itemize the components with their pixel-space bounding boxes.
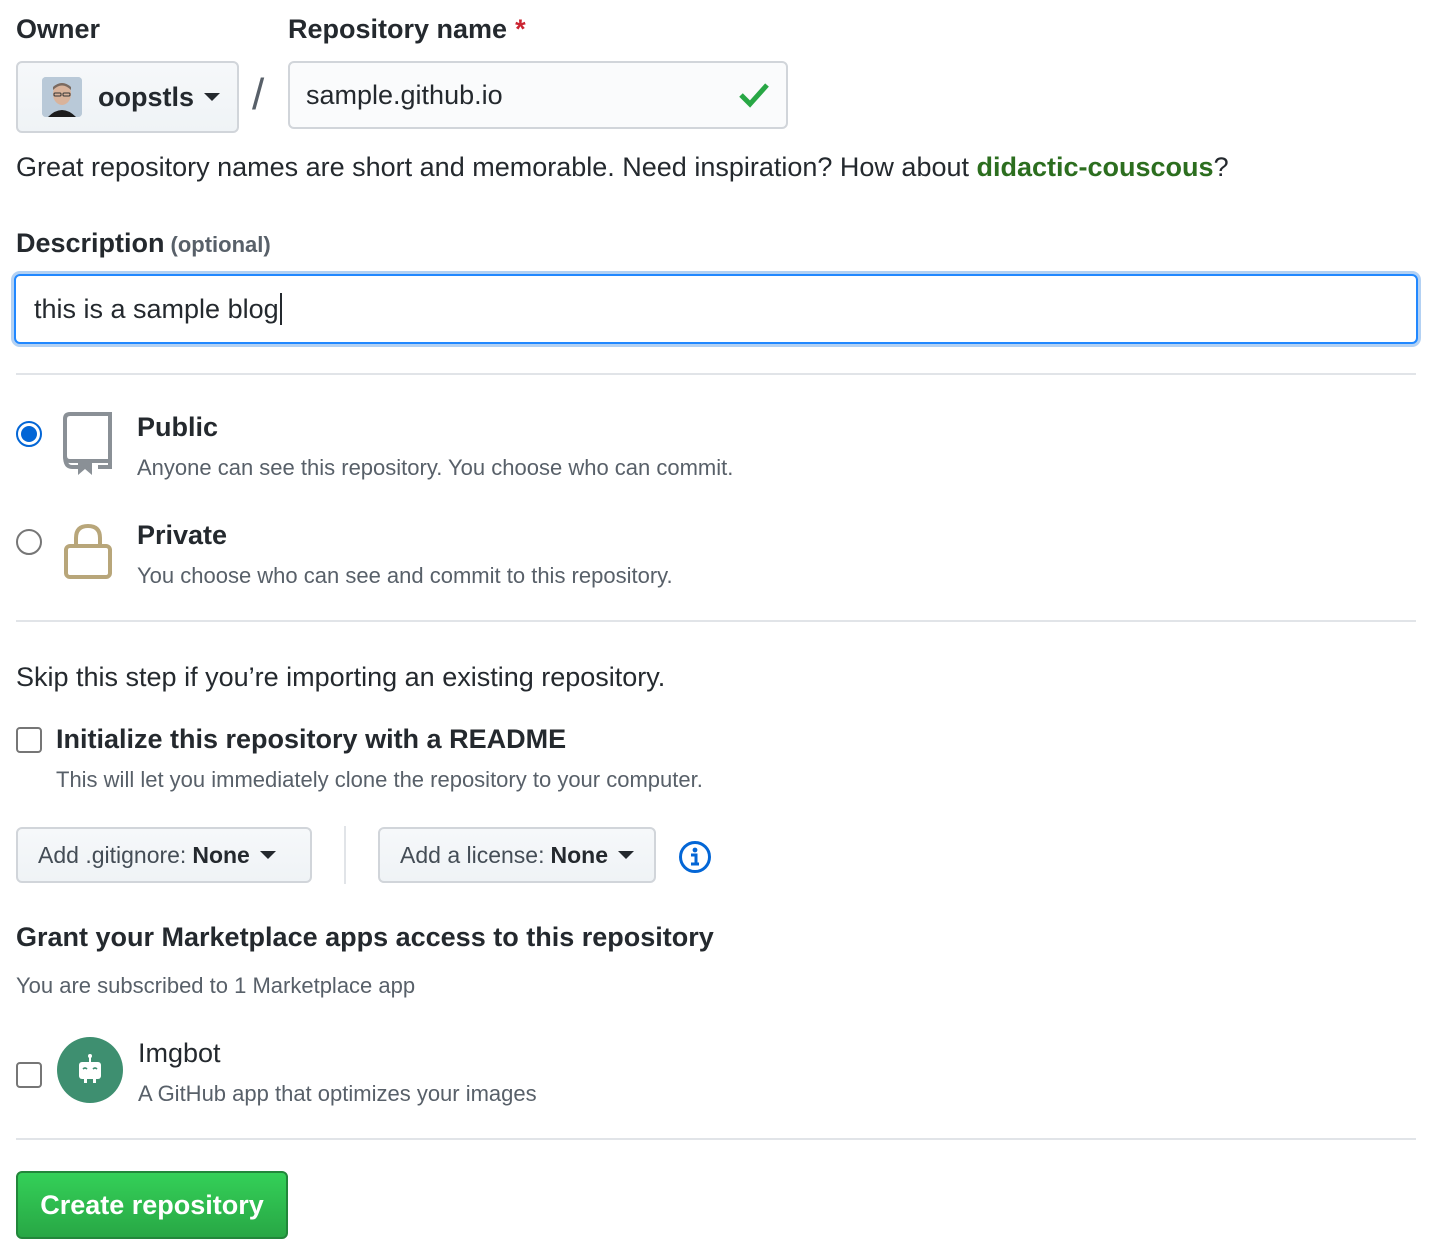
repo-name-value: sample.github.io	[306, 79, 503, 110]
public-radio[interactable]	[16, 421, 42, 447]
create-repository-button[interactable]: Create repository	[16, 1171, 288, 1239]
gitignore-prefix: Add .gitignore:	[38, 841, 187, 868]
optional-tag: (optional)	[170, 232, 271, 257]
required-mark: *	[515, 14, 526, 44]
imgbot-checkbox[interactable]	[16, 1062, 42, 1088]
marketplace-title: Grant your Marketplace apps access to th…	[16, 922, 714, 952]
readme-label[interactable]: Initialize this repository with a README	[56, 724, 566, 755]
divider	[16, 620, 1416, 622]
hint-end: ?	[1213, 152, 1229, 182]
check-icon	[739, 83, 769, 108]
skip-step-note: Skip this step if you’re importing an ex…	[16, 662, 666, 692]
gitignore-value: None	[192, 841, 250, 868]
repo-name-label: Repository name *	[288, 14, 526, 45]
license-prefix: Add a license:	[400, 841, 545, 868]
owner-username: oopstls	[98, 81, 195, 112]
repo-icon	[63, 412, 112, 475]
readme-checkbox[interactable]	[16, 727, 42, 753]
license-value: None	[550, 841, 608, 868]
caret-down-icon	[259, 851, 276, 859]
owner-repo-separator: /	[252, 70, 265, 119]
name-suggestion-link[interactable]: didactic-couscous	[977, 152, 1214, 182]
private-description: You choose who can see and commit to thi…	[137, 563, 673, 588]
avatar	[42, 77, 82, 117]
lock-icon	[64, 523, 112, 579]
info-icon[interactable]	[678, 840, 712, 874]
caret-down-icon	[617, 851, 634, 859]
hint-text: Great repository names are short and mem…	[16, 152, 977, 182]
owner-label: Owner	[16, 14, 101, 44]
caret-down-icon	[204, 93, 221, 101]
marketplace-subtitle: You are subscribed to 1 Marketplace app	[16, 973, 416, 998]
public-description: Anyone can see this repository. You choo…	[137, 455, 734, 480]
repo-name-hint: Great repository names are short and mem…	[16, 152, 1229, 183]
public-title: Public	[137, 412, 219, 442]
private-title: Private	[137, 520, 228, 550]
imgbot-description: A GitHub app that optimizes your images	[138, 1081, 537, 1106]
readme-description: This will let you immediately clone the …	[56, 767, 703, 792]
private-radio[interactable]	[16, 529, 42, 555]
imgbot-name: Imgbot	[138, 1038, 221, 1068]
gitignore-dropdown[interactable]: Add .gitignore: None	[16, 827, 312, 883]
divider	[16, 373, 1416, 375]
license-dropdown[interactable]: Add a license: None	[378, 827, 656, 883]
description-value: this is a sample blog	[34, 293, 279, 324]
owner-dropdown[interactable]: oopstls	[16, 61, 239, 133]
description-label-text: Description	[16, 228, 165, 258]
description-input[interactable]: this is a sample blog	[14, 274, 1418, 344]
select-separator	[344, 826, 346, 884]
repo-name-input[interactable]: sample.github.io	[288, 61, 788, 129]
imgbot-logo	[57, 1037, 123, 1103]
imgbot-icon	[79, 1054, 101, 1083]
text-cursor	[279, 293, 282, 325]
repo-name-label-text: Repository name	[288, 14, 508, 44]
description-label: Description (optional)	[16, 228, 271, 259]
divider	[16, 1138, 1416, 1140]
